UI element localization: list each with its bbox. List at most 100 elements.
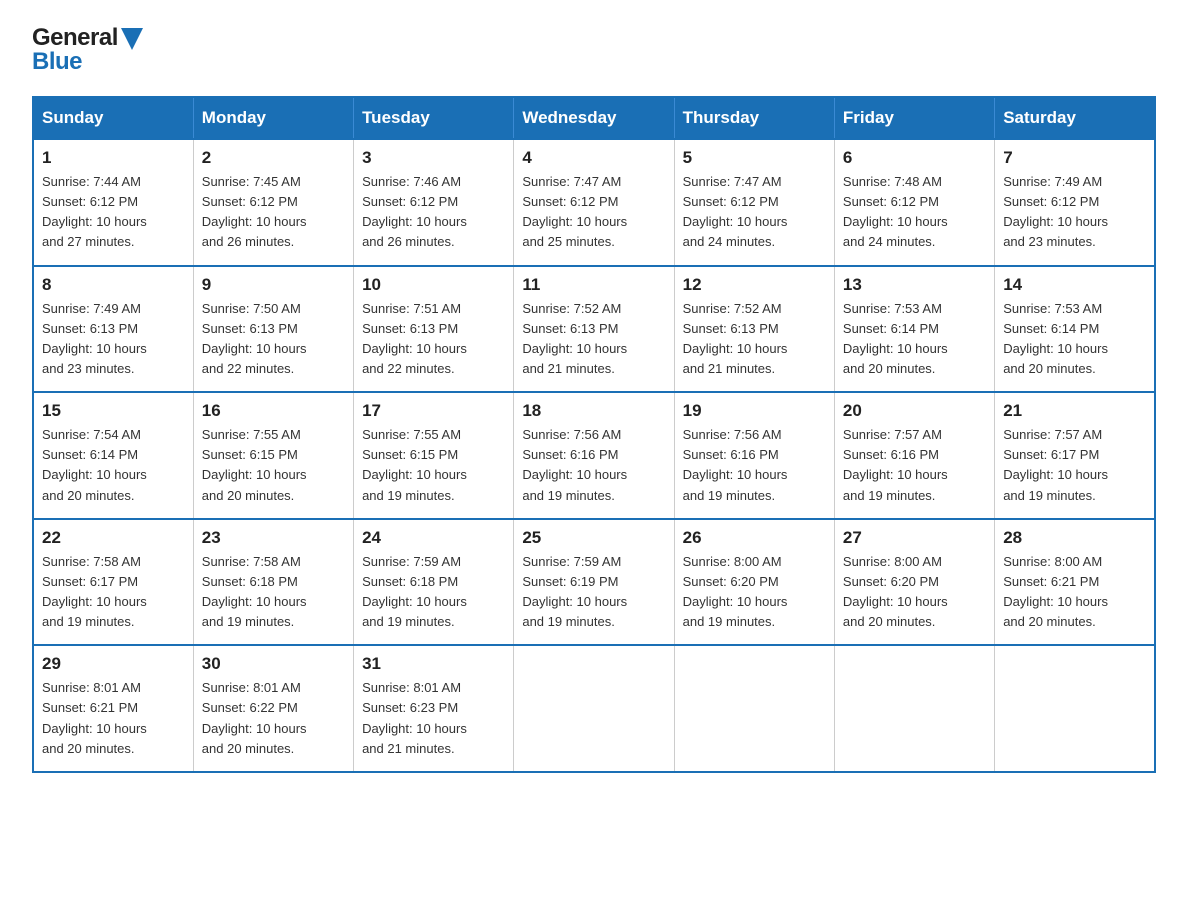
- calendar-cell: 2Sunrise: 7:45 AMSunset: 6:12 PMDaylight…: [193, 139, 353, 266]
- day-info: Sunrise: 7:59 AMSunset: 6:18 PMDaylight:…: [362, 552, 505, 633]
- calendar-week-row: 1 Sunrise: 7:44 AMSunset: 6:12 PMDaylight…: [33, 139, 1155, 266]
- calendar-cell: 10 Sunrise: 7:51 AMSunset: 6:13 PMDayligh…: [354, 266, 514, 393]
- day-number: 19: [683, 401, 826, 421]
- calendar-cell: 29 Sunrise: 8:01 AMSunset: 6:21 PMDayligh…: [33, 645, 193, 772]
- calendar-week-row: 29 Sunrise: 8:01 AMSunset: 6:21 PMDayligh…: [33, 645, 1155, 772]
- calendar-cell: 14 Sunrise: 7:53 AMSunset: 6:14 PMDayligh…: [995, 266, 1155, 393]
- day-number: 17: [362, 401, 505, 421]
- calendar-cell: 18 Sunrise: 7:56 AMSunset: 6:16 PMDayligh…: [514, 392, 674, 519]
- day-info: Sunrise: 7:47 AMSunset: 6:12 PMDaylight:…: [522, 172, 665, 253]
- calendar-cell: 3 Sunrise: 7:46 AMSunset: 6:12 PMDaylight…: [354, 139, 514, 266]
- calendar-cell: 25 Sunrise: 7:59 AMSunset: 6:19 PMDayligh…: [514, 519, 674, 646]
- day-number: 29: [42, 654, 185, 674]
- day-number: 7: [1003, 148, 1146, 168]
- day-number: 10: [362, 275, 505, 295]
- day-info: Sunrise: 7:45 AMSunset: 6:12 PMDaylight:…: [202, 172, 345, 253]
- calendar-cell: 24Sunrise: 7:59 AMSunset: 6:18 PMDayligh…: [354, 519, 514, 646]
- day-info: Sunrise: 7:46 AMSunset: 6:12 PMDaylight:…: [362, 172, 505, 253]
- weekday-header-thursday: Thursday: [674, 97, 834, 139]
- day-info: Sunrise: 8:00 AMSunset: 6:20 PMDaylight:…: [843, 552, 986, 633]
- calendar-cell: 16 Sunrise: 7:55 AMSunset: 6:15 PMDayligh…: [193, 392, 353, 519]
- day-number: 1: [42, 148, 185, 168]
- day-info: Sunrise: 7:56 AMSunset: 6:16 PMDaylight:…: [522, 425, 665, 506]
- day-info: Sunrise: 7:58 AMSunset: 6:18 PMDaylight:…: [202, 552, 345, 633]
- calendar-table: SundayMondayTuesdayWednesdayThursdayFrid…: [32, 96, 1156, 773]
- day-number: 26: [683, 528, 826, 548]
- calendar-cell: 26Sunrise: 8:00 AMSunset: 6:20 PMDayligh…: [674, 519, 834, 646]
- logo: General Blue: [32, 24, 143, 76]
- day-info: Sunrise: 7:52 AMSunset: 6:13 PMDaylight:…: [522, 299, 665, 380]
- calendar-cell: 17 Sunrise: 7:55 AMSunset: 6:15 PMDayligh…: [354, 392, 514, 519]
- calendar-cell: 22Sunrise: 7:58 AMSunset: 6:17 PMDayligh…: [33, 519, 193, 646]
- calendar-cell: 28Sunrise: 8:00 AMSunset: 6:21 PMDayligh…: [995, 519, 1155, 646]
- day-number: 20: [843, 401, 986, 421]
- logo-arrow-icon: [121, 28, 143, 50]
- calendar-week-row: 22Sunrise: 7:58 AMSunset: 6:17 PMDayligh…: [33, 519, 1155, 646]
- day-number: 16: [202, 401, 345, 421]
- calendar-cell: 23 Sunrise: 7:58 AMSunset: 6:18 PMDayligh…: [193, 519, 353, 646]
- day-number: 13: [843, 275, 986, 295]
- day-info: Sunrise: 7:53 AMSunset: 6:14 PMDaylight:…: [1003, 299, 1146, 380]
- day-info: Sunrise: 8:00 AMSunset: 6:21 PMDaylight:…: [1003, 552, 1146, 633]
- day-number: 6: [843, 148, 986, 168]
- calendar-cell: 4Sunrise: 7:47 AMSunset: 6:12 PMDaylight…: [514, 139, 674, 266]
- calendar-cell: 8Sunrise: 7:49 AMSunset: 6:13 PMDaylight…: [33, 266, 193, 393]
- day-number: 31: [362, 654, 505, 674]
- day-info: Sunrise: 8:01 AMSunset: 6:21 PMDaylight:…: [42, 678, 185, 759]
- day-number: 11: [522, 275, 665, 295]
- day-number: 5: [683, 148, 826, 168]
- calendar-cell: [514, 645, 674, 772]
- day-info: Sunrise: 7:56 AMSunset: 6:16 PMDaylight:…: [683, 425, 826, 506]
- day-number: 18: [522, 401, 665, 421]
- calendar-cell: 11 Sunrise: 7:52 AMSunset: 6:13 PMDayligh…: [514, 266, 674, 393]
- page-header: General Blue: [32, 24, 1156, 76]
- calendar-cell: 31 Sunrise: 8:01 AMSunset: 6:23 PMDayligh…: [354, 645, 514, 772]
- day-number: 27: [843, 528, 986, 548]
- day-number: 15: [42, 401, 185, 421]
- calendar-cell: 30Sunrise: 8:01 AMSunset: 6:22 PMDayligh…: [193, 645, 353, 772]
- weekday-header-wednesday: Wednesday: [514, 97, 674, 139]
- day-number: 23: [202, 528, 345, 548]
- weekday-header-row: SundayMondayTuesdayWednesdayThursdayFrid…: [33, 97, 1155, 139]
- calendar-cell: 1 Sunrise: 7:44 AMSunset: 6:12 PMDaylight…: [33, 139, 193, 266]
- day-number: 9: [202, 275, 345, 295]
- day-info: Sunrise: 7:48 AMSunset: 6:12 PMDaylight:…: [843, 172, 986, 253]
- day-info: Sunrise: 8:01 AMSunset: 6:23 PMDaylight:…: [362, 678, 505, 759]
- calendar-cell: 7 Sunrise: 7:49 AMSunset: 6:12 PMDaylight…: [995, 139, 1155, 266]
- calendar-cell: 20 Sunrise: 7:57 AMSunset: 6:16 PMDayligh…: [834, 392, 994, 519]
- calendar-cell: [674, 645, 834, 772]
- logo-blue-text: Blue: [32, 48, 82, 76]
- calendar-week-row: 8Sunrise: 7:49 AMSunset: 6:13 PMDaylight…: [33, 266, 1155, 393]
- day-info: Sunrise: 7:58 AMSunset: 6:17 PMDaylight:…: [42, 552, 185, 633]
- day-info: Sunrise: 7:59 AMSunset: 6:19 PMDaylight:…: [522, 552, 665, 633]
- day-number: 25: [522, 528, 665, 548]
- calendar-cell: [834, 645, 994, 772]
- day-info: Sunrise: 7:57 AMSunset: 6:16 PMDaylight:…: [843, 425, 986, 506]
- day-info: Sunrise: 7:47 AMSunset: 6:12 PMDaylight:…: [683, 172, 826, 253]
- day-info: Sunrise: 7:44 AMSunset: 6:12 PMDaylight:…: [42, 172, 185, 253]
- calendar-cell: 13 Sunrise: 7:53 AMSunset: 6:14 PMDayligh…: [834, 266, 994, 393]
- day-number: 14: [1003, 275, 1146, 295]
- weekday-header-sunday: Sunday: [33, 97, 193, 139]
- calendar-cell: 9 Sunrise: 7:50 AMSunset: 6:13 PMDaylight…: [193, 266, 353, 393]
- weekday-header-tuesday: Tuesday: [354, 97, 514, 139]
- calendar-cell: 19 Sunrise: 7:56 AMSunset: 6:16 PMDayligh…: [674, 392, 834, 519]
- day-info: Sunrise: 7:49 AMSunset: 6:12 PMDaylight:…: [1003, 172, 1146, 253]
- day-info: Sunrise: 7:51 AMSunset: 6:13 PMDaylight:…: [362, 299, 505, 380]
- day-number: 3: [362, 148, 505, 168]
- day-info: Sunrise: 7:54 AMSunset: 6:14 PMDaylight:…: [42, 425, 185, 506]
- day-info: Sunrise: 7:50 AMSunset: 6:13 PMDaylight:…: [202, 299, 345, 380]
- day-info: Sunrise: 7:57 AMSunset: 6:17 PMDaylight:…: [1003, 425, 1146, 506]
- day-info: Sunrise: 7:52 AMSunset: 6:13 PMDaylight:…: [683, 299, 826, 380]
- day-number: 8: [42, 275, 185, 295]
- calendar-cell: [995, 645, 1155, 772]
- weekday-header-friday: Friday: [834, 97, 994, 139]
- calendar-cell: 21Sunrise: 7:57 AMSunset: 6:17 PMDayligh…: [995, 392, 1155, 519]
- calendar-cell: 5 Sunrise: 7:47 AMSunset: 6:12 PMDaylight…: [674, 139, 834, 266]
- day-info: Sunrise: 7:55 AMSunset: 6:15 PMDaylight:…: [202, 425, 345, 506]
- calendar-cell: 12Sunrise: 7:52 AMSunset: 6:13 PMDayligh…: [674, 266, 834, 393]
- day-info: Sunrise: 7:55 AMSunset: 6:15 PMDaylight:…: [362, 425, 505, 506]
- calendar-week-row: 15 Sunrise: 7:54 AMSunset: 6:14 PMDayligh…: [33, 392, 1155, 519]
- day-info: Sunrise: 7:53 AMSunset: 6:14 PMDaylight:…: [843, 299, 986, 380]
- calendar-cell: 6 Sunrise: 7:48 AMSunset: 6:12 PMDaylight…: [834, 139, 994, 266]
